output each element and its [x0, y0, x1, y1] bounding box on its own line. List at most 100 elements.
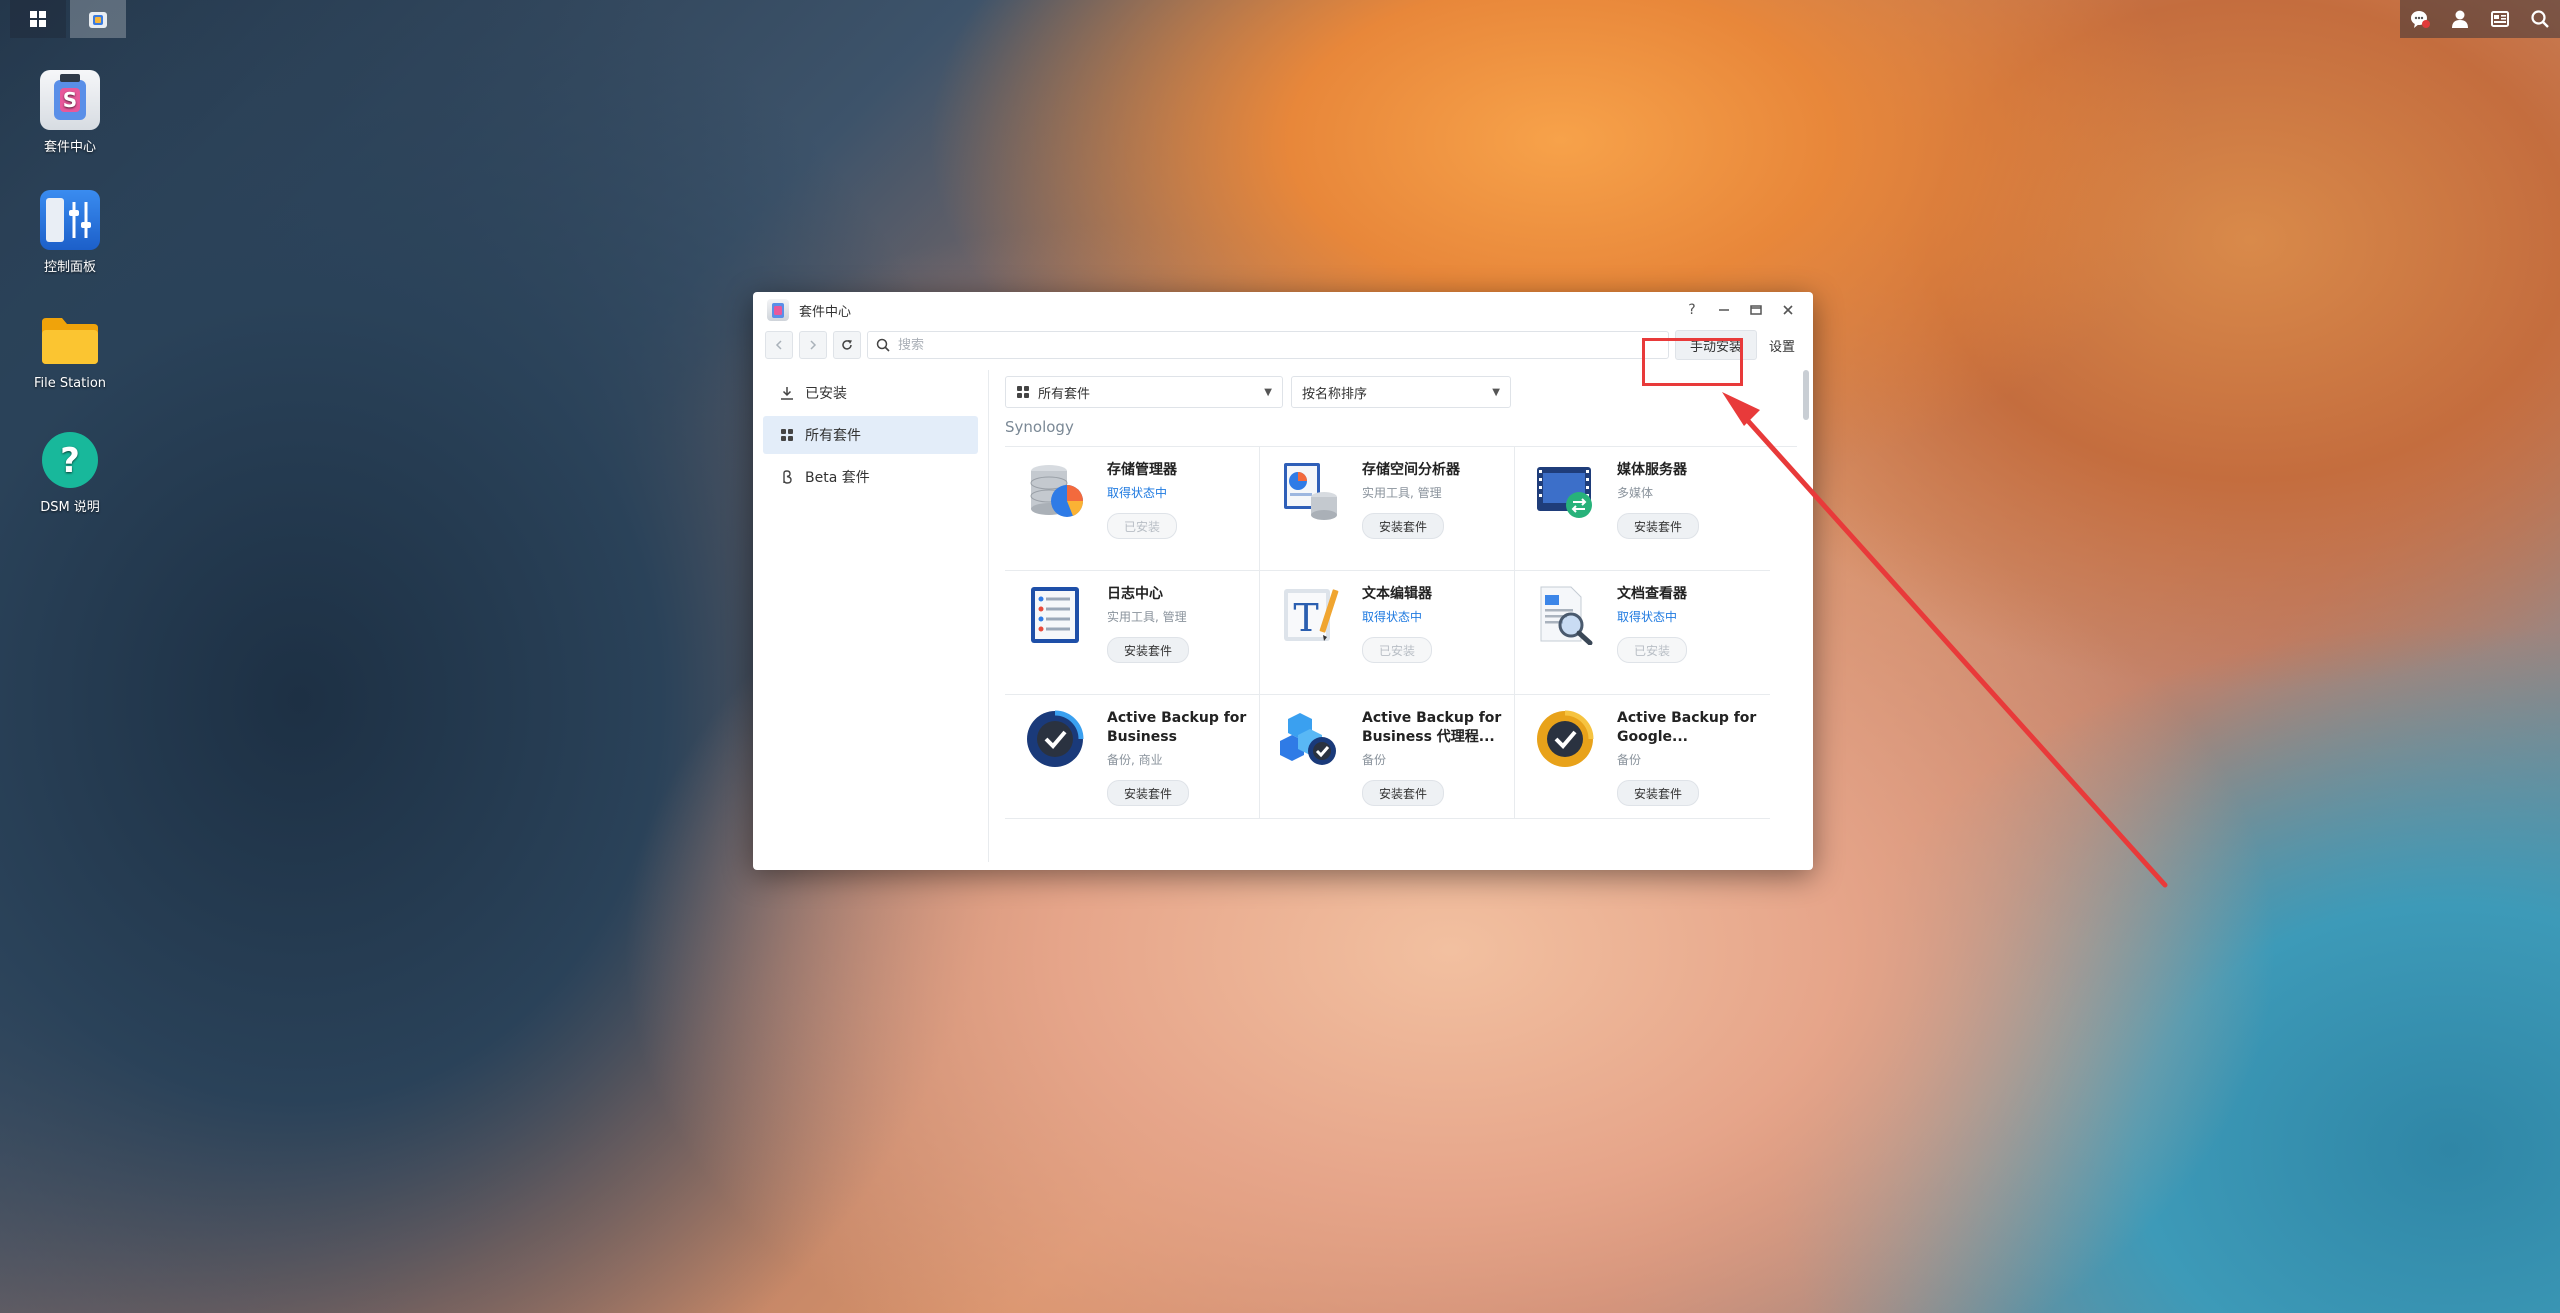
beta-icon — [779, 469, 795, 485]
package-name: Active Backup for Business — [1107, 710, 1247, 745]
filter-bar: 所有套件 ▼ 按名称排序 ▼ — [1005, 376, 1797, 408]
settings-button[interactable]: 设置 — [1763, 331, 1801, 359]
desktop-icon-label: 套件中心 — [43, 140, 96, 155]
package-card[interactable]: Active Backup for Business 代理程... 备份 安装套… — [1260, 695, 1515, 819]
close-button[interactable] — [1777, 299, 1799, 321]
desktop-icon-package-center[interactable]: S 套件中心 — [20, 70, 120, 155]
package-card[interactable]: 文档查看器 取得状态中 已安装 — [1515, 571, 1770, 695]
grid-icon — [1017, 386, 1029, 398]
package-name: 存储管理器 — [1107, 462, 1177, 478]
package-name: 文本编辑器 — [1362, 586, 1432, 602]
grid-icon — [779, 427, 795, 443]
sidebar-item-label: 所有套件 — [805, 428, 861, 444]
package-card[interactable]: Active Backup for Business 备份, 商业 安装套件 — [1005, 695, 1260, 819]
minimize-icon — [1719, 309, 1729, 311]
notification-button[interactable] — [2400, 0, 2440, 38]
package-card[interactable]: 存储管理器 取得状态中 已安装 — [1005, 447, 1260, 571]
control-panel-icon — [40, 190, 100, 250]
user-button[interactable] — [2440, 0, 2480, 38]
installed-button[interactable]: 已安装 — [1617, 637, 1688, 663]
desktop-icon-dsm-help[interactable]: ? DSM 说明 — [20, 430, 120, 515]
help-button[interactable]: ? — [1681, 299, 1703, 321]
package-grid: 存储管理器 取得状态中 已安装 存储空间分析器 实用工具, 管理 安装套件 媒体… — [1005, 446, 1797, 819]
grid-icon — [30, 11, 46, 27]
storage-analyzer-icon — [1280, 461, 1340, 521]
help-icon: ? — [40, 430, 100, 490]
search-button[interactable] — [2520, 0, 2560, 38]
package-name: 文档查看器 — [1617, 586, 1687, 602]
package-center-icon — [89, 12, 107, 28]
window-titlebar[interactable]: 套件中心 ? — [753, 292, 1813, 328]
install-button[interactable]: 安装套件 — [1362, 513, 1445, 539]
package-list-area: 所有套件 ▼ 按名称排序 ▼ Synology 存储管理器 取得状态中 已安装 … — [989, 370, 1813, 862]
minimize-button[interactable] — [1713, 299, 1735, 321]
main-menu-button[interactable] — [10, 0, 66, 38]
package-status: 取得状态中 — [1107, 486, 1168, 500]
search-input[interactable] — [896, 336, 1668, 354]
window-body: 已安装 所有套件 Beta 套件 所有套件 ▼ 按名称排序 ▼ Synology… — [753, 370, 1813, 862]
search-field[interactable] — [867, 331, 1669, 359]
category-dropdown[interactable]: 所有套件 ▼ — [1005, 376, 1283, 408]
forward-button[interactable] — [799, 331, 827, 359]
install-button[interactable]: 安装套件 — [1617, 513, 1700, 539]
sidebar-item-all-packages[interactable]: 所有套件 — [763, 416, 978, 454]
refresh-icon — [842, 340, 852, 350]
installed-button[interactable]: 已安装 — [1107, 513, 1178, 539]
installed-button[interactable]: 已安装 — [1362, 637, 1433, 663]
active-backup-google-icon — [1535, 709, 1595, 769]
folder-icon — [40, 310, 100, 370]
desktop-icon-label: File Station — [33, 376, 107, 391]
text-editor-icon: T — [1280, 585, 1340, 645]
storage-manager-icon — [1025, 461, 1085, 521]
taskbar-right — [2400, 0, 2560, 38]
package-name: Active Backup for Google... — [1617, 710, 1757, 745]
chevron-left-icon — [775, 340, 782, 350]
refresh-button[interactable] — [833, 331, 861, 359]
caret-down-icon: ▼ — [1492, 386, 1500, 398]
package-center-window: 套件中心 ? 手动安装 设置 已安装 所有套件 — [753, 292, 1813, 870]
sort-dropdown-value: 按名称排序 — [1302, 386, 1368, 402]
package-name: 媒体服务器 — [1617, 462, 1687, 478]
package-card[interactable]: Active Backup for Google... 备份 安装套件 — [1515, 695, 1770, 819]
svg-text:?: ? — [60, 441, 80, 481]
taskbar-package-center-button[interactable] — [70, 0, 126, 38]
svg-text:S: S — [63, 88, 77, 112]
install-button[interactable]: 安装套件 — [1362, 780, 1445, 806]
active-backup-business-icon — [1025, 709, 1085, 769]
package-center-icon — [767, 299, 789, 321]
chat-bubble-icon — [2411, 11, 2430, 28]
desktop-icon-label: 控制面板 — [43, 260, 96, 275]
desktop-icon-label: DSM 说明 — [40, 500, 100, 515]
widgets-icon — [2491, 11, 2509, 27]
widgets-button[interactable] — [2480, 0, 2520, 38]
package-status: 取得状态中 — [1362, 610, 1423, 624]
maximize-button[interactable] — [1745, 299, 1767, 321]
sidebar-item-beta[interactable]: Beta 套件 — [763, 458, 978, 496]
package-card[interactable]: 日志中心 实用工具, 管理 安装套件 — [1005, 571, 1260, 695]
package-status: 取得状态中 — [1617, 610, 1678, 624]
svg-text:T: T — [1293, 596, 1318, 640]
package-card[interactable]: 媒体服务器 多媒体 安装套件 — [1515, 447, 1770, 571]
scrollbar[interactable] — [1803, 370, 1809, 420]
desktop-icon-file-station[interactable]: File Station — [20, 310, 120, 391]
package-card[interactable]: 存储空间分析器 实用工具, 管理 安装套件 — [1260, 447, 1515, 571]
package-name: Active Backup for Business 代理程... — [1362, 710, 1502, 745]
package-category: 多媒体 — [1617, 486, 1654, 500]
taskbar-left — [0, 0, 126, 38]
back-button[interactable] — [765, 331, 793, 359]
package-card[interactable]: T 文本编辑器 取得状态中 已安装 — [1260, 571, 1515, 695]
caret-down-icon: ▼ — [1264, 386, 1272, 398]
window-title: 套件中心 — [799, 304, 852, 320]
package-center-icon: S — [40, 70, 100, 130]
sidebar-item-installed[interactable]: 已安装 — [763, 374, 978, 412]
search-icon — [2531, 10, 2549, 28]
install-button[interactable]: 安装套件 — [1617, 780, 1700, 806]
active-backup-agent-icon — [1280, 709, 1340, 769]
install-button[interactable]: 安装套件 — [1107, 637, 1190, 663]
package-name: 日志中心 — [1107, 586, 1163, 602]
close-icon — [1783, 305, 1793, 315]
install-button[interactable]: 安装套件 — [1107, 780, 1190, 806]
package-category: 实用工具, 管理 — [1362, 486, 1442, 500]
desktop-icon-control-panel[interactable]: 控制面板 — [20, 190, 120, 275]
sort-dropdown[interactable]: 按名称排序 ▼ — [1291, 376, 1511, 408]
